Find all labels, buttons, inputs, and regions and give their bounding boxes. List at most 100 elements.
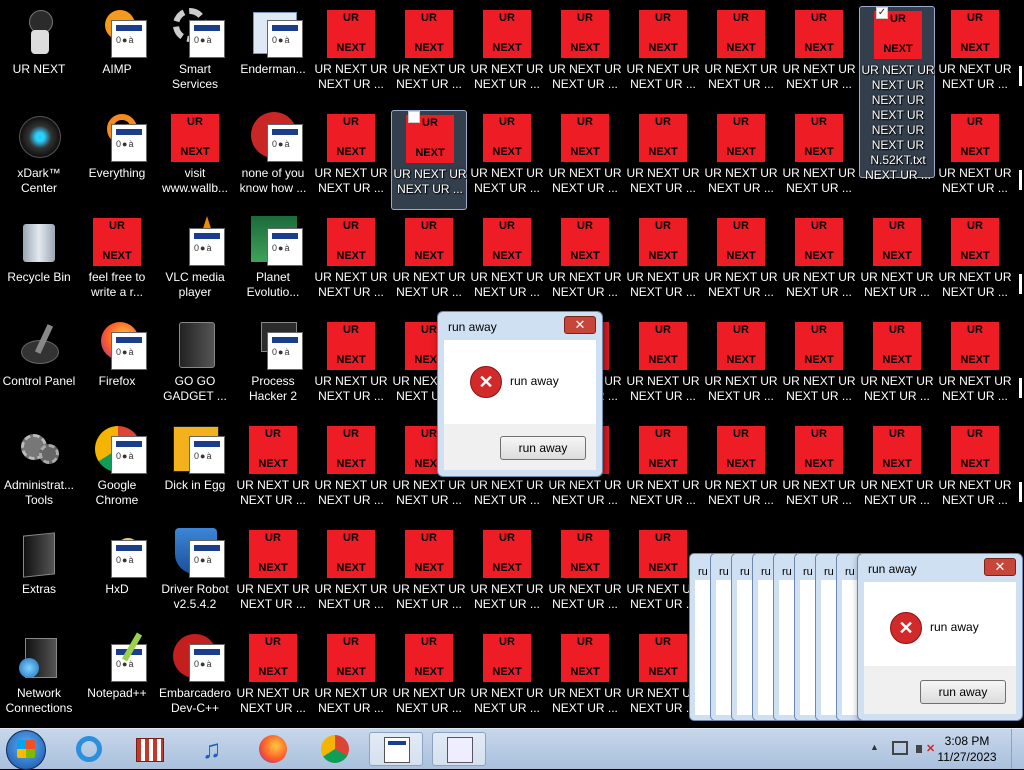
taskbar-store[interactable] xyxy=(122,732,176,766)
desktop-icon-ur-next-file[interactable]: UR NEXT UR NEXT UR NEXT UR ... xyxy=(235,630,311,728)
desktop-icon-ur-next-file[interactable]: URNEXTUR NEXT UR NEXT UR ... xyxy=(781,422,857,522)
desktop-icon-dick-in-egg[interactable]: e 0●à Dick in Egg xyxy=(157,422,233,522)
desktop-icon-process-hacker[interactable]: 0●à Process Hacker 2 xyxy=(235,318,311,418)
desktop-icon-ur-next-file[interactable]: URNEXTUR NEXT UR NEXT UR ... xyxy=(703,214,779,314)
desktop-icon-control-panel[interactable]: Control Panel xyxy=(1,318,77,418)
desktop-icon-ur-next-file[interactable]: URNEXTUR NEXT UR NEXT UR ... xyxy=(313,526,389,626)
desktop-icon-xdark-center[interactable]: xDark™ Center xyxy=(1,110,77,210)
desktop-icon-aimp[interactable]: 0●à AIMP xyxy=(79,6,155,106)
desktop-icon-ur-next-file[interactable]: URNEXTUR NEXT UR NEXT UR ... xyxy=(391,630,467,728)
desktop-icon-ur-next-file[interactable]: URNEXTUR NEXT UR NEXT UR ... xyxy=(937,6,1013,106)
desktop-icon-ur-next-file[interactable]: URNEXTUR NEXT UR NEXT UR ... xyxy=(625,318,701,418)
desktop-icon-notepad-plus-plus[interactable]: 0●à Notepad++ xyxy=(79,630,155,728)
taskbar-internet-explorer[interactable] xyxy=(62,732,116,766)
desktop-icon-ur-next-file[interactable]: URNEXTUR NEXT UR NEXT UR ... xyxy=(937,110,1013,210)
desktop-icon-ur-next-file[interactable]: URNEXTUR NEXT UR NEXT UR ... xyxy=(937,318,1013,418)
desktop-icon-ur-next-file[interactable]: URNEXTUR NEXT UR NEXT UR ... xyxy=(547,6,623,106)
run-away-dialog-front[interactable]: run away ✕ ✕ run away run away xyxy=(857,553,1023,721)
desktop-icon-ur-next-file[interactable]: URNEXTUR NEXT UR NEXT UR ... xyxy=(625,214,701,314)
close-button[interactable]: ✕ xyxy=(564,316,596,334)
desktop-icon-feel-free[interactable]: UR NEXT feel free to write a r... xyxy=(79,214,155,314)
desktop-icon-ur-next-file[interactable]: URNEXTUR NEXT UR NEXT UR ... xyxy=(391,526,467,626)
taskbar-ur-next-app[interactable] xyxy=(369,732,423,766)
tray-overflow-icon[interactable]: ▲ xyxy=(870,742,879,752)
run-away-button[interactable]: run away xyxy=(500,436,586,460)
desktop-icon-ur-next-file[interactable]: URNEXTUR NEXT UR NEXT UR ... xyxy=(703,422,779,522)
desktop-icon-ur-next-file[interactable]: URNEXTUR NEXT UR NEXT UR ... xyxy=(781,214,857,314)
desktop-icon-ur-next-file[interactable]: URNEXTUR NEXT UR NEXT UR ... xyxy=(547,214,623,314)
desktop-icon-ur-next-file[interactable]: URNEXTUR NEXT UR NEXT UR ... xyxy=(547,630,623,728)
desktop-icon-ur-next-file[interactable]: URNEXTUR NEXT UR NEXT UR ... xyxy=(469,6,545,106)
selection-checkbox[interactable]: ✓ xyxy=(876,7,888,19)
taskbar-notepad[interactable] xyxy=(432,732,486,766)
desktop-icon-ur-next-file[interactable]: URNEXTUR NEXT UR NEXT UR ... xyxy=(313,6,389,106)
clock[interactable]: 3:08 PM 11/27/2023 xyxy=(932,733,1002,765)
taskbar-chrome[interactable] xyxy=(308,732,362,766)
desktop-icon-ur-next-file[interactable]: URNEXTUR NEXT UR NEXT UR ... xyxy=(547,110,623,210)
desktop-icon-ur-next-file[interactable]: URNEXTUR NEXT UR NEXT UR ... xyxy=(859,318,935,418)
ur-next-icon: UR NEXT xyxy=(717,322,765,370)
desktop-icon-ur-next-file[interactable]: UR NEXT UR NEXT UR NEXT UR ... xyxy=(235,422,311,522)
desktop-icon-ur-next-file[interactable]: URNEXTUR NEXT UR NEXT UR ... xyxy=(313,214,389,314)
desktop-icon-none-of-you[interactable]: 0●à none of you know how ... xyxy=(235,110,311,210)
ur-next-icon: UR NEXT xyxy=(639,10,687,58)
desktop-icon-ur-next-file[interactable]: URNEXTUR NEXT UR NEXT UR ... xyxy=(781,318,857,418)
desktop-icon-google-chrome[interactable]: 0●à Google Chrome xyxy=(79,422,155,522)
selection-checkbox[interactable] xyxy=(408,111,420,123)
run-away-button[interactable]: run away xyxy=(920,680,1006,704)
desktop-icon-ur-next-file[interactable]: URNEXTUR NEXT UR NEXT UR ... xyxy=(391,214,467,314)
show-desktop-button[interactable] xyxy=(1011,729,1024,769)
desktop-icon-ur-next-file[interactable]: URNEXTUR NEXT UR NEXT UR ... xyxy=(469,630,545,728)
desktop-icon-enderman[interactable]: 0●à Enderman... xyxy=(235,6,311,106)
desktop-icon-ur-next-file[interactable]: URNEXTUR NEXT UR NEXT UR ... xyxy=(391,110,467,210)
desktop-icon-ur-next-file[interactable]: URNEXTUR NEXT UR NEXT UR ... xyxy=(469,214,545,314)
control-panel-icon xyxy=(15,320,63,370)
desktop-icon-ur-next[interactable]: UR NEXT xyxy=(1,6,77,106)
desktop-icon-ur-next-file[interactable]: URNEXTUR NEXT UR NEXT UR ... xyxy=(313,422,389,522)
desktop-icon-ur-next-file[interactable]: URNEXTUR NEXT UR NEXT UR ... xyxy=(313,110,389,210)
desktop-icon-go-go-gadget[interactable]: GO GO GADGET ... xyxy=(157,318,233,418)
desktop-icon-recycle-bin[interactable]: Recycle Bin xyxy=(1,214,77,314)
notepad-icon: 0●à xyxy=(93,632,147,682)
desktop-icon-ur-next-file[interactable]: URNEXTUR NEXT UR NEXT UR ... xyxy=(703,318,779,418)
desktop-icon-administrative-tools[interactable]: Administrat... Tools xyxy=(1,422,77,522)
run-away-dialog[interactable]: run away ✕ ✕ run away run away xyxy=(437,311,603,477)
desktop-icon-ur-next-file[interactable]: URNEXTUR NEXT UR NEXT UR ... xyxy=(469,526,545,626)
desktop-icon-ur-next-file[interactable]: URNEXTUR NEXT UR NEXT UR ... xyxy=(547,526,623,626)
desktop-icon-ur-next-file[interactable]: URNEXTUR NEXT UR NEXT UR ... xyxy=(313,318,389,418)
desktop-icon-ur-next-file[interactable]: URNEXTUR NEXT UR NEXT UR ... xyxy=(859,214,935,314)
desktop-icon-ur-next-file[interactable]: UR NEXT ✓ UR NEXT UR NEXT UR NEXT UR NEXT U… xyxy=(859,6,935,182)
desktop-icon-ur-next-file[interactable]: URNEXTUR NEXT UR NEXT UR ... xyxy=(703,110,779,210)
close-button[interactable]: ✕ xyxy=(984,558,1016,576)
desktop-icon-ur-next-file[interactable]: URNEXTUR NEXT UR NEXT UR ... xyxy=(703,6,779,106)
desktop-icon-smart-services[interactable]: 0●à Smart Services xyxy=(157,6,233,106)
desktop-icon-embarcadero[interactable]: 0●à Embarcadero Dev-C++ xyxy=(157,630,233,728)
network-tray-icon[interactable] xyxy=(892,741,908,755)
desktop-icon-network-connections[interactable]: Network Connections xyxy=(1,630,77,728)
desktop-icon-vlc[interactable]: 0●à VLC media player xyxy=(157,214,233,314)
desktop-icon-hxd[interactable]: 0●à HxD xyxy=(79,526,155,626)
taskbar-music[interactable]: ♫ xyxy=(184,732,238,766)
desktop-icon-visit[interactable]: UR NEXT visit www.wallb... xyxy=(157,110,233,210)
desktop-icon-ur-next-file[interactable]: URNEXTUR NEXT UR NEXT UR ... xyxy=(859,422,935,522)
desktop-icon-ur-next-file[interactable]: URNEXTUR NEXT UR NEXT UR ... xyxy=(781,6,857,106)
desktop-icon-ur-next-file[interactable]: URNEXTUR NEXT UR NEXT UR ... xyxy=(469,110,545,210)
desktop-icon-ur-next-file[interactable]: URNEXTUR NEXT UR NEXT UR ... xyxy=(937,214,1013,314)
desktop-icon-ur-next-file[interactable]: UR NEXT UR NEXT UR NEXT UR ... xyxy=(235,526,311,626)
start-button[interactable] xyxy=(6,730,46,770)
ur-next-icon: UR NEXT xyxy=(327,218,375,266)
desktop-icon-ur-next-file[interactable]: URNEXTUR NEXT UR NEXT UR ... xyxy=(781,110,857,210)
desktop-icon-ur-next-file[interactable]: URNEXTUR NEXT UR NEXT UR ... xyxy=(391,6,467,106)
desktop-icon-firefox[interactable]: 0●à Firefox xyxy=(79,318,155,418)
icon-label: UR NEXT UR NEXT UR ... xyxy=(626,62,700,91)
desktop-icon-ur-next-file[interactable]: URNEXTUR NEXT UR NEXT UR ... xyxy=(625,110,701,210)
desktop-icon-ur-next-file[interactable]: URNEXTUR NEXT UR NEXT UR ... xyxy=(625,422,701,522)
desktop-icon-extras[interactable]: Extras xyxy=(1,526,77,626)
desktop-icon-planet-evolution[interactable]: 0●à Planet Evolutio... xyxy=(235,214,311,314)
desktop-icon-ur-next-file[interactable]: URNEXTUR NEXT UR NEXT UR ... xyxy=(313,630,389,728)
taskbar-firefox[interactable] xyxy=(246,732,300,766)
desktop-icon-everything[interactable]: 0●à Everything xyxy=(79,110,155,210)
desktop-icon-driver-robot[interactable]: 0●à Driver Robot v2.5.4.2 xyxy=(157,526,233,626)
desktop-icon-ur-next-file[interactable]: URNEXTUR NEXT UR NEXT UR ... xyxy=(937,422,1013,522)
desktop-icon-ur-next-file[interactable]: URNEXT UR NEXT UR NEXT UR ... xyxy=(625,6,701,106)
